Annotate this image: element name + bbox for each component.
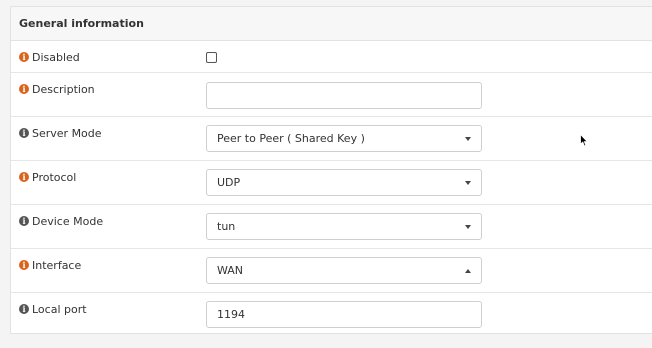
label-description: i Description	[19, 72, 95, 106]
row-description: i Description	[11, 73, 652, 117]
chevron-down-icon	[465, 137, 471, 141]
chevron-up-icon	[465, 269, 471, 273]
info-icon[interactable]: i	[19, 304, 29, 314]
protocol-label: Protocol	[32, 170, 77, 184]
interface-select[interactable]: WAN	[206, 257, 482, 284]
row-device-mode: i Device Mode tun	[11, 205, 652, 249]
label-interface: i Interface	[19, 248, 81, 282]
local-port-label: Local port	[32, 302, 87, 316]
chevron-down-icon	[465, 225, 471, 229]
server-mode-select[interactable]: Peer to Peer ( Shared Key )	[206, 125, 482, 152]
label-protocol: i Protocol	[19, 160, 76, 194]
description-label: Description	[32, 82, 95, 96]
section-title: General information	[11, 7, 652, 41]
disabled-checkbox[interactable]	[206, 52, 217, 63]
row-protocol: i Protocol UDP	[11, 161, 652, 205]
local-port-input[interactable]: 1194	[206, 301, 482, 328]
server-mode-label: Server Mode	[32, 126, 102, 140]
label-local-port: i Local port	[19, 292, 87, 326]
server-mode-value: Peer to Peer ( Shared Key )	[217, 132, 365, 145]
disabled-label: Disabled	[32, 50, 80, 64]
info-icon[interactable]: i	[19, 128, 29, 138]
row-disabled: i Disabled	[11, 41, 652, 73]
info-icon[interactable]: i	[19, 52, 29, 62]
interface-value: WAN	[217, 264, 244, 277]
row-server-mode: i Server Mode Peer to Peer ( Shared Key …	[11, 117, 652, 161]
label-disabled: i Disabled	[19, 41, 80, 73]
row-interface: i Interface WAN	[11, 249, 652, 293]
device-mode-label: Device Mode	[32, 214, 104, 228]
protocol-value: UDP	[217, 176, 241, 189]
description-input[interactable]	[206, 82, 482, 109]
device-mode-value: tun	[217, 220, 236, 233]
info-icon[interactable]: i	[19, 172, 29, 182]
info-icon[interactable]: i	[19, 84, 29, 94]
general-information-panel: General information i Disabled i Descrip…	[10, 6, 652, 334]
interface-label: Interface	[32, 258, 82, 272]
mouse-cursor-icon	[580, 134, 588, 147]
chevron-down-icon	[465, 181, 471, 185]
info-icon[interactable]: i	[19, 260, 29, 270]
label-server-mode: i Server Mode	[19, 116, 102, 150]
device-mode-select[interactable]: tun	[206, 213, 482, 240]
info-icon[interactable]: i	[19, 216, 29, 226]
label-device-mode: i Device Mode	[19, 204, 103, 238]
protocol-select[interactable]: UDP	[206, 169, 482, 196]
row-local-port: i Local port 1194	[11, 293, 652, 337]
